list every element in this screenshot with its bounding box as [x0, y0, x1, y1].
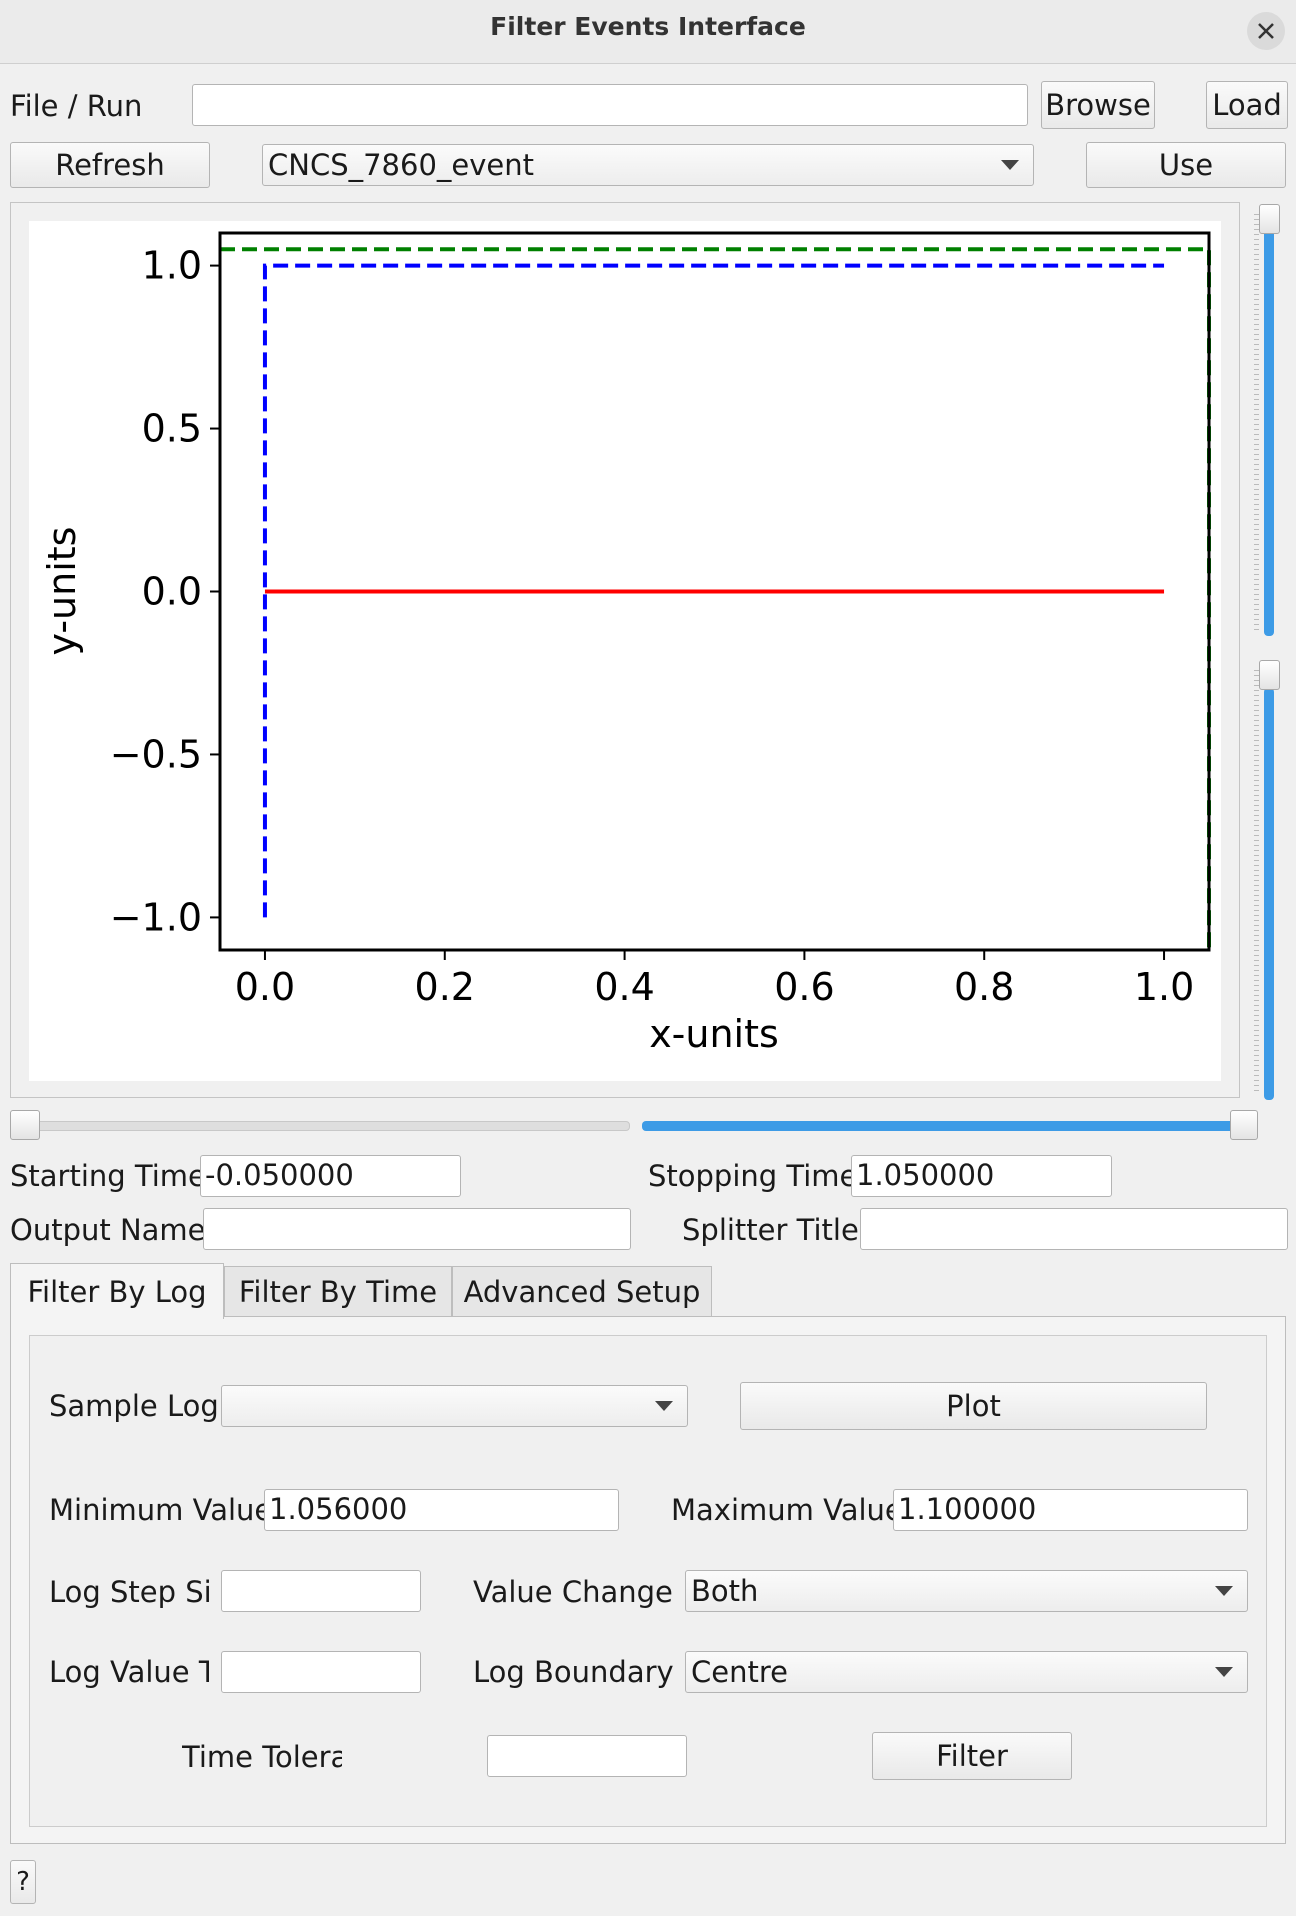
plot-canvas: 0.0 0.2 0.4 0.6 0.8 1.0 1.0 0.5 0.0 −0.5 −1.0 x-un… [29, 221, 1221, 1081]
browse-button[interactable]: Browse [1041, 81, 1155, 129]
value-change-direction-label: Value Change D [473, 1575, 673, 1609]
y-tick-label: −1.0 [110, 895, 202, 939]
horizontal-slider-left-handle[interactable] [10, 1110, 40, 1140]
refresh-button[interactable]: Refresh [10, 142, 210, 188]
value-change-direction-value: Both [691, 1574, 759, 1608]
window-title: Filter Events Interface [490, 12, 806, 41]
horizontal-slider-right-groove [642, 1121, 1242, 1131]
chart: 0.0 0.2 0.4 0.6 0.8 1.0 1.0 0.5 0.0 −0.5 −1.0 x-un… [40, 231, 1211, 1056]
y-tick-label: 0.5 [142, 407, 202, 451]
vertical-slider-upper[interactable] [1254, 202, 1280, 642]
maximum-value-label: Maximum Value [671, 1493, 903, 1527]
y-tick-label: 0.0 [142, 570, 202, 614]
workspace-select[interactable]: CNCS_7860_event [262, 144, 1034, 186]
output-name-input[interactable] [203, 1208, 631, 1250]
vertical-slider-lower-tickmarks [1254, 670, 1259, 1094]
sample-log-select[interactable] [221, 1385, 688, 1427]
log-boundary-label: Log Boundary [473, 1655, 674, 1689]
x-tick-label: 0.8 [954, 965, 1014, 1009]
title-bar: Filter Events Interface [0, 0, 1296, 64]
chevron-down-icon [655, 1401, 673, 1411]
use-button[interactable]: Use [1086, 142, 1286, 188]
y-axis-label: y-units [40, 527, 84, 656]
close-button[interactable] [1247, 12, 1285, 50]
chevron-down-icon [1215, 1667, 1233, 1677]
vertical-slider-upper-tickmarks [1254, 214, 1259, 634]
value-change-direction-select[interactable]: Both [685, 1570, 1248, 1612]
time-tolerance-input[interactable] [487, 1735, 687, 1777]
log-boundary-value: Centre [691, 1655, 788, 1689]
minimum-value-label: Minimum Value [49, 1493, 273, 1527]
horizontal-slider-left[interactable] [10, 1110, 630, 1140]
chevron-down-icon [1001, 160, 1019, 170]
starting-time-input[interactable]: -0.050000 [200, 1155, 461, 1197]
file-run-input[interactable] [192, 84, 1028, 126]
starting-time-label: Starting Time [10, 1159, 206, 1193]
tab-advanced-setup[interactable]: Advanced Setup [452, 1266, 712, 1316]
splitter-title-label: Splitter Title [682, 1213, 859, 1247]
y-tick-label: −0.5 [110, 732, 202, 776]
filter-button[interactable]: Filter [872, 1732, 1072, 1780]
vertical-slider-lower[interactable] [1254, 660, 1280, 1100]
x-tick-label: 0.0 [235, 965, 295, 1009]
vertical-slider-lower-groove [1264, 688, 1274, 1100]
y-tick-label: 1.0 [142, 244, 202, 288]
stopping-time-input[interactable]: 1.050000 [851, 1155, 1112, 1197]
log-step-size-label: Log Step Size [49, 1575, 209, 1609]
splitter-title-input[interactable] [860, 1208, 1288, 1250]
log-value-tolerance-label: Log Value To [49, 1655, 209, 1689]
stopping-time-label: Stopping Time [648, 1159, 858, 1193]
series-line-3 [220, 247, 1211, 950]
maximum-value-input[interactable]: 1.100000 [893, 1489, 1248, 1531]
output-name-label: Output Name [10, 1213, 206, 1247]
close-icon [1258, 23, 1274, 39]
x-tick-label: 1.0 [1134, 965, 1194, 1009]
x-axis-label: x-units [649, 1012, 779, 1056]
horizontal-slider-right[interactable] [642, 1110, 1258, 1140]
help-button[interactable]: ? [10, 1860, 36, 1904]
chevron-down-icon [1215, 1586, 1233, 1596]
plot-button[interactable]: Plot [740, 1382, 1207, 1430]
tab-filter-by-time[interactable]: Filter By Time [224, 1266, 452, 1316]
x-tick-label: 0.4 [594, 965, 654, 1009]
vertical-slider-upper-groove [1264, 212, 1274, 636]
horizontal-slider-right-handle[interactable] [1230, 1110, 1258, 1140]
vertical-slider-lower-handle[interactable] [1259, 660, 1280, 690]
time-tolerance-label: Time Toleran [182, 1740, 342, 1774]
x-tick-label: 0.6 [774, 965, 834, 1009]
log-step-size-input[interactable] [221, 1570, 421, 1612]
load-button[interactable]: Load [1206, 81, 1288, 129]
vertical-slider-upper-handle[interactable] [1259, 204, 1280, 234]
file-run-label: File / Run [10, 89, 143, 123]
log-value-tolerance-input[interactable] [221, 1651, 421, 1693]
sample-log-label: Sample Log [49, 1389, 219, 1423]
x-tick-label: 0.2 [415, 965, 475, 1009]
plot-panel: 0.0 0.2 0.4 0.6 0.8 1.0 1.0 0.5 0.0 −0.5 −1.0 x-un… [10, 202, 1240, 1098]
horizontal-slider-left-groove [10, 1121, 630, 1131]
minimum-value-input[interactable]: 1.056000 [264, 1489, 619, 1531]
log-boundary-select[interactable]: Centre [685, 1651, 1248, 1693]
tab-filter-by-log[interactable]: Filter By Log [10, 1263, 224, 1319]
workspace-select-value: CNCS_7860_event [268, 148, 534, 182]
